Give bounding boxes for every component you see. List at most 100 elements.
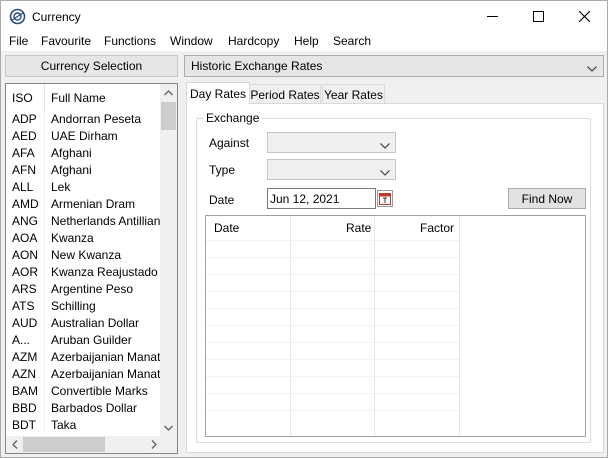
date-field[interactable]: Jun 12, 2021 [267,188,376,209]
row-divider [44,144,45,161]
row-divider [44,416,45,433]
list-item[interactable]: AFA Afghani [6,144,162,161]
list-item[interactable]: BBD Barbados Dollar [6,399,162,416]
column-divider[interactable] [44,84,45,110]
exchange-group: Exchange Against Type Date Jun 12, 2021 [196,111,591,443]
currency-list[interactable]: ISO Full Name ADP Andorran Peseta AED UAE D… [5,83,178,454]
list-item[interactable]: BDT Taka [6,416,162,433]
grid-header-rate[interactable]: Rate [346,221,371,235]
menu-window[interactable]: Window [170,34,213,48]
currency-iso: AED [12,129,37,143]
list-item[interactable]: A... Aruban Guilder [6,331,162,348]
row-divider [44,246,45,263]
type-select[interactable] [267,159,396,180]
chevron-down-icon [380,165,390,179]
grid-row-line [206,359,459,360]
grid-column-divider [374,216,375,436]
title-bar[interactable]: Currency [1,1,607,32]
maximize-icon [532,11,544,22]
list-item[interactable]: ALL Lek [6,178,162,195]
vertical-scrollbar[interactable] [160,84,177,436]
currency-full-name: Andorran Peseta [51,112,142,126]
against-label: Against [209,136,250,150]
list-item[interactable]: BAM Convertible Marks [6,382,162,399]
list-header: ISO Full Name [6,84,162,110]
currency-iso: BBD [12,401,37,415]
currency-full-name: Taka [51,418,77,432]
rates-view-dropdown[interactable]: Historic Exchange Rates [184,55,604,77]
list-item[interactable]: ADP Andorran Peseta [6,110,162,127]
calendar-button[interactable] [377,190,393,207]
list-item[interactable]: AMD Armenian Dram [6,195,162,212]
rates-grid[interactable]: Date Rate Factor [205,215,586,437]
menu-hardcopy[interactable]: Hardcopy [228,34,279,48]
scroll-down-button[interactable] [160,419,177,436]
scroll-thumb[interactable] [161,102,176,130]
list-item[interactable]: ARS Argentine Peso [6,280,162,297]
currency-iso: AON [12,248,39,262]
scroll-up-button[interactable] [160,84,177,101]
currency-iso: AFA [12,146,35,160]
list-item[interactable]: AOA Kwanza [6,229,162,246]
currency-full-name: UAE Dirham [51,129,118,143]
row-divider [44,297,45,314]
currency-iso: AZN [12,367,36,381]
list-item[interactable]: ATS Schilling [6,297,162,314]
maximize-button[interactable] [515,1,561,32]
grid-header-factor[interactable]: Factor [420,221,454,235]
currency-selection-button[interactable]: Currency Selection [5,55,178,77]
against-select[interactable] [267,132,396,153]
currency-full-name: Schilling [51,299,96,313]
list-item[interactable]: AON New Kwanza [6,246,162,263]
grid-row-line [206,308,459,309]
tab-year-rates[interactable]: Year Rates [322,84,385,104]
currency-app-icon [9,8,26,25]
grid-row-line [206,274,459,275]
scroll-left-button[interactable] [6,436,23,453]
list-item[interactable]: AZM Azerbaijanian Manat [6,348,162,365]
currency-full-name: Afghani [51,163,92,177]
row-divider [44,263,45,280]
type-label: Type [209,163,236,177]
row-divider [44,110,45,127]
horizontal-scroll-thumb[interactable] [23,437,105,452]
row-divider [44,382,45,399]
grid-column-divider [459,216,460,436]
grid-header-date[interactable]: Date [214,221,239,235]
grid-row-line [206,240,459,241]
list-item[interactable]: AOR Kwanza Reajustado [6,263,162,280]
minimize-button[interactable] [469,1,515,32]
column-header-full-name[interactable]: Full Name [51,91,106,105]
currency-full-name: Kwanza Reajustado [51,265,158,279]
close-icon [578,11,590,22]
currency-iso: AOR [12,265,39,279]
list-item[interactable]: ANG Netherlands Antillian ... [6,212,162,229]
row-divider [44,178,45,195]
minimize-icon [486,16,498,17]
menu-file[interactable]: File [9,34,28,48]
currency-iso: A... [12,333,31,347]
list-item[interactable]: AED UAE Dirham [6,127,162,144]
currency-iso: BDT [12,418,36,432]
currency-iso: ATS [12,299,35,313]
close-button[interactable] [561,1,607,32]
menu-favourite[interactable]: Favourite [41,34,91,48]
date-value: Jun 12, 2021 [270,192,340,206]
currency-iso: AFN [12,163,36,177]
chevron-up-icon [164,89,173,95]
menu-functions[interactable]: Functions [104,34,156,48]
tab-period-rates[interactable]: Period Rates [249,84,321,104]
currency-window: Currency File Favourite Functions Window… [0,0,608,458]
list-item[interactable]: AUD Australian Dollar [6,314,162,331]
horizontal-scrollbar[interactable] [6,436,162,453]
currency-iso: BAM [12,384,39,398]
list-item[interactable]: AZN Azerbaijanian Manat [6,365,162,382]
tab-day-rates[interactable]: Day Rates [186,82,250,104]
menu-search[interactable]: Search [333,34,371,48]
calendar-icon [379,193,391,205]
column-header-iso[interactable]: ISO [12,91,33,105]
find-now-button[interactable]: Find Now [508,188,586,209]
menu-help[interactable]: Help [294,34,319,48]
row-divider [44,195,45,212]
list-item[interactable]: AFN Afghani [6,161,162,178]
